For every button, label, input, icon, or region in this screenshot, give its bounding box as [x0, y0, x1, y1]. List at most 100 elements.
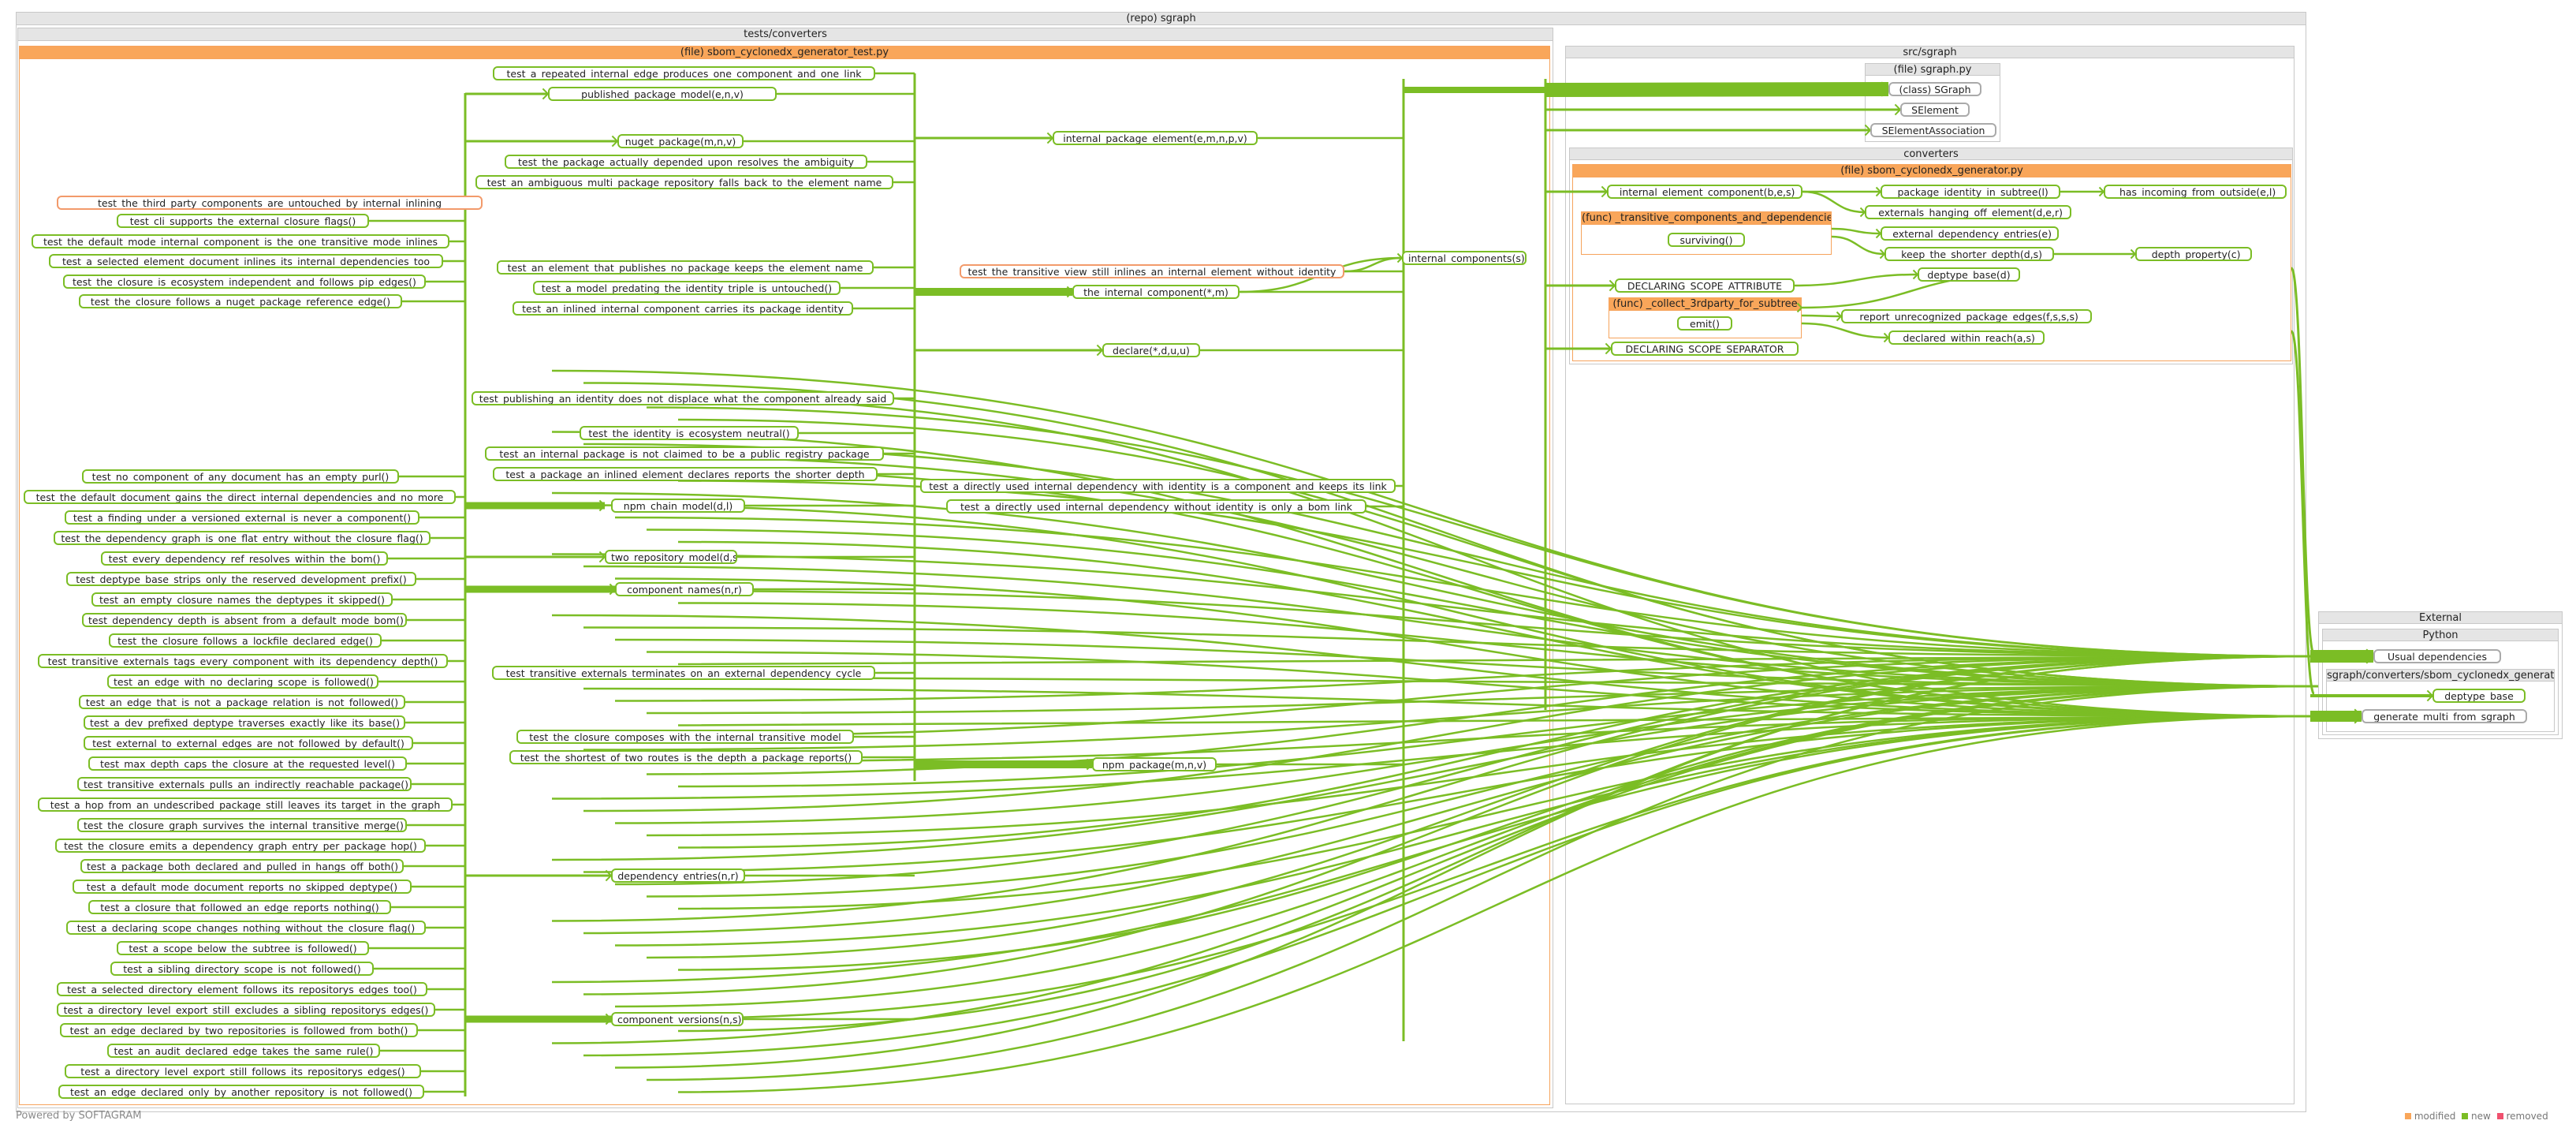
left-test-node-22[interactable]: test_a_hop_from_an_undescribed_package_s…: [38, 797, 453, 812]
legend-new-swatch: [2462, 1113, 2469, 1119]
selement-node[interactable]: SElement: [1900, 103, 1970, 117]
left-test-node-28[interactable]: test_a_declaring_scope_changes_nothing_w…: [66, 921, 426, 935]
has-incoming-node[interactable]: _has_incoming_from_outside(e,l): [2104, 185, 2287, 199]
edge-111: [614, 516, 2319, 658]
edge-99: [551, 369, 2319, 658]
left-test-node-15[interactable]: test_transitive_externals_tags_every_com…: [38, 654, 448, 668]
report-unrecognized-node[interactable]: _report_unrecognized_package_edges(f,s,s…: [1841, 309, 2092, 323]
left-test-node-25[interactable]: test_a_package_both_declared_and_pulled_…: [80, 859, 404, 873]
left-test-node-7[interactable]: test_the_default_document_gains_the_dire…: [24, 490, 456, 504]
left-test-node-24[interactable]: test_the_closure_emits_a_dependency_grap…: [55, 839, 426, 853]
usual-dependencies-node[interactable]: Usual dependencies: [2373, 649, 2501, 663]
mid-test-node-9[interactable]: test_the_identity_is_ecosystem_neutral(): [580, 426, 799, 440]
deptype-base-node[interactable]: deptype_base(d): [1918, 267, 2020, 282]
left-test-node-26[interactable]: test_a_default_mode_document_reports_no_…: [73, 880, 412, 894]
declaring-scope-separator-node[interactable]: DECLARING_SCOPE_SEPARATOR: [1611, 342, 1799, 356]
package-identity-node[interactable]: _package_identity_in_subtree(l): [1881, 185, 2060, 199]
edge-155: [583, 715, 2319, 1057]
left-test-node-18[interactable]: test_a_dev_prefixed_deptype_traverses_ex…: [84, 715, 405, 730]
edge-133: [677, 685, 2319, 788]
left-test-node-8[interactable]: test_a_finding_under_a_versioned_externa…: [65, 510, 419, 525]
emit-node[interactable]: emit(): [1677, 316, 1732, 331]
edge-93: [1831, 235, 1885, 256]
legend-removed-label: removed: [2506, 1111, 2548, 1122]
left-test-node-19[interactable]: test_external_to_external_edges_are_not_…: [84, 736, 413, 750]
ext-deptype-base-node[interactable]: deptype_base: [2432, 689, 2526, 703]
mid-test-node-7[interactable]: test_an_inlined_internal_component_carri…: [513, 301, 853, 316]
left-test-node-14[interactable]: test_the_closure_follows_a_lockfile_decl…: [109, 633, 382, 648]
left-test-node-3[interactable]: test_a_selected_element_document_inlines…: [49, 254, 443, 268]
mid-test-node-10[interactable]: test_an_internal_package_is_not_claimed_…: [485, 446, 884, 461]
generate-multi-node[interactable]: generate_multi_from_sgraph: [2362, 709, 2527, 723]
left-test-node-9[interactable]: test_the_dependency_graph_is_one_flat_en…: [54, 531, 431, 545]
legend-modified-label: modified: [2414, 1111, 2456, 1122]
mid-test-node-18[interactable]: dependency_entries(n,r): [611, 868, 745, 883]
left-test-node-20[interactable]: test_max_depth_caps_the_closure_at_the_r…: [88, 756, 407, 771]
mid-test-node-6[interactable]: test_a_model_predating_the_identity_trip…: [533, 281, 841, 295]
mid-test-node-16[interactable]: test_the_closure_composes_with_the_inter…: [516, 730, 854, 744]
left-test-node-16[interactable]: test_an_edge_with_no_declaring_scope_is_…: [107, 674, 378, 689]
left-test-node-2[interactable]: test_the_default_mode_internal_component…: [32, 234, 449, 248]
right-test-node-2[interactable]: the_internal_component(*,m): [1072, 285, 1240, 299]
left-test-node-0[interactable]: test_the_third_party_components_are_unto…: [57, 196, 483, 210]
left-test-node-29[interactable]: test_a_scope_below_the_subtree_is_follow…: [117, 941, 369, 955]
mid-test-node-19[interactable]: component_versions(n,s): [611, 1012, 744, 1026]
left-test-node-11[interactable]: test_deptype_base_strips_only_the_reserv…: [66, 572, 416, 586]
left-test-node-27[interactable]: test_a_closure_that_followed_an_edge_rep…: [88, 900, 391, 914]
left-test-node-33[interactable]: test_an_edge_declared_by_two_repositorie…: [60, 1023, 418, 1037]
mid-test-node-1[interactable]: published_package_model(e,n,v): [548, 87, 777, 101]
left-test-node-34[interactable]: test_an_audit_declared_edge_takes_the_sa…: [107, 1044, 380, 1058]
right-test-node-1[interactable]: test_the_transitive_view_still_inlines_a…: [960, 264, 1344, 278]
left-test-node-10[interactable]: test_every_dependency_ref_resolves_withi…: [101, 551, 388, 566]
mid-test-node-17[interactable]: test_the_shortest_of_two_routes_is_the_d…: [509, 750, 863, 764]
right-test-node-4[interactable]: declare(*,d,u,u): [1102, 343, 1200, 357]
mid-test-node-13[interactable]: two_repository_model(d,s,s): [605, 550, 737, 564]
externals-hanging-node[interactable]: _externals_hanging_off_element(d,e,r): [1865, 205, 2071, 219]
edge-151: [614, 685, 2319, 1008]
declared-within-reach-node[interactable]: _declared_within_reach(a,s): [1888, 331, 2045, 345]
selementassociation-node[interactable]: SElementAssociation: [1870, 123, 1996, 137]
mid-test-node-15[interactable]: test_transitive_externals_terminates_on_…: [492, 666, 875, 680]
right-test-node-0[interactable]: internal_package_element(e,m,n,p,v): [1053, 131, 1258, 145]
mid-test-node-3[interactable]: test_the_package_actually_depended_upon_…: [505, 155, 867, 169]
mid-test-node-0[interactable]: test_a_repeated_internal_edge_produces_o…: [493, 66, 875, 80]
mid-test-node-4[interactable]: test_an_ambiguous_multi_package_reposito…: [475, 175, 893, 189]
left-test-node-5[interactable]: test_the_closure_follows_a_nuget_package…: [79, 294, 402, 308]
surviving-node[interactable]: surviving(): [1668, 233, 1745, 247]
right-test-node-6[interactable]: test_a_directly_used_internal_dependency…: [946, 499, 1366, 514]
left-test-node-36[interactable]: test_an_edge_declared_only_by_another_re…: [58, 1085, 424, 1099]
edge-103: [677, 418, 2319, 688]
left-test-node-12[interactable]: test_an_empty_closure_names_the_deptypes…: [91, 592, 393, 607]
keep-shorter-node[interactable]: _keep_the_shorter_depth(d,s): [1884, 247, 2054, 261]
left-test-node-4[interactable]: test_the_closure_is_ecosystem_independen…: [63, 275, 426, 289]
right-test-node-5[interactable]: test_a_directly_used_internal_dependency…: [920, 479, 1396, 493]
left-test-node-32[interactable]: test_a_directory_level_export_still_excl…: [57, 1003, 435, 1017]
arrowhead-99: [1796, 302, 1803, 313]
right-test-node-3[interactable]: internal_components(s): [1402, 251, 1527, 265]
mid-test-node-12[interactable]: npm_chain_model(d,l): [611, 499, 745, 513]
mid-test-node-14[interactable]: component_names(n,r): [615, 582, 754, 596]
mid-test-node-8[interactable]: test_publishing_an_identity_does_not_dis…: [472, 391, 894, 405]
right-test-node-7[interactable]: npm_package(m,n,v): [1092, 757, 1217, 771]
left-test-node-6[interactable]: test_no_component_of_any_document_has_an…: [82, 469, 399, 484]
sgraph-class-node[interactable]: (class) SGraph: [1888, 82, 1981, 96]
external-dependency-entries-node[interactable]: _external_dependency_entries(e): [1881, 226, 2059, 241]
left-test-node-17[interactable]: test_an_edge_that_is_not_a_package_relat…: [79, 695, 405, 709]
edge-95: [1794, 273, 1918, 287]
left-test-node-21[interactable]: test_transitive_externals_pulls_an_indir…: [77, 777, 412, 791]
legend-modified-swatch: [2405, 1113, 2411, 1119]
left-test-node-1[interactable]: test_cli_supports_the_external_closure_f…: [117, 214, 369, 228]
mid-test-node-5[interactable]: test_an_element_that_publishes_no_packag…: [497, 260, 874, 275]
left-test-node-35[interactable]: test_a_directory_level_export_still_foll…: [65, 1064, 421, 1078]
depth-property-node[interactable]: _depth_property(c): [2135, 247, 2252, 261]
edge-146: [614, 715, 2319, 947]
left-test-node-30[interactable]: test_a_sibling_directory_scope_is_not_fo…: [110, 962, 374, 976]
left-test-node-13[interactable]: test_dependency_depth_is_absent_from_a_d…: [82, 613, 407, 627]
declaring-scope-attribute-node[interactable]: DECLARING_SCOPE_ATTRIBUTE: [1615, 278, 1795, 293]
mid-test-node-2[interactable]: nuget_package(m,n,v): [617, 134, 744, 148]
left-test-node-23[interactable]: test_the_closure_graph_survives_the_inte…: [77, 818, 407, 832]
legend: modified new removed: [2405, 1111, 2548, 1122]
left-test-node-31[interactable]: test_a_selected_directory_element_follow…: [57, 982, 427, 996]
internal-element-component-node[interactable]: _internal_element_component(b,e,s): [1607, 185, 1802, 199]
mid-test-node-11[interactable]: test_a_package_an_inlined_element_declar…: [493, 467, 878, 481]
